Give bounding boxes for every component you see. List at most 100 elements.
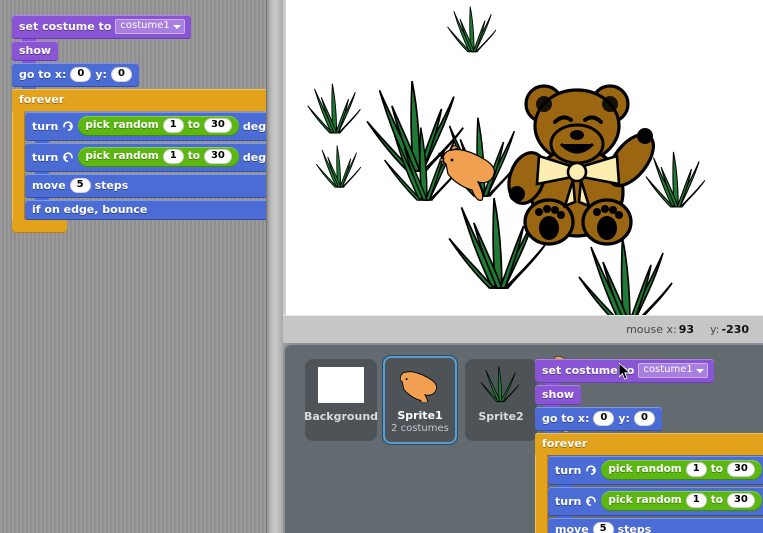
sprite-tile-background[interactable]: Background	[303, 359, 379, 441]
random-max-input[interactable]: 30	[203, 118, 232, 133]
turn-clockwise-icon	[585, 464, 597, 476]
block-if-on-edge-bounce[interactable]: if on edge, bounce	[25, 200, 266, 220]
reporter-label: pick random	[85, 150, 159, 163]
mouse-x-group: mouse x: 93	[626, 323, 694, 336]
block-go-to-xy[interactable]: go to x: 0 y: 0	[535, 407, 662, 435]
block-label: turn	[555, 494, 582, 508]
mouse-cursor-icon	[618, 362, 631, 381]
sprite-tile-sprite1[interactable]: Sprite1 2 costumes	[383, 356, 457, 444]
steps-input[interactable]: 5	[69, 178, 91, 193]
stage-canvas	[307, 6, 706, 315]
random-min-input[interactable]: 1	[162, 149, 184, 164]
steps-input[interactable]: 5	[592, 522, 614, 533]
block-label: set costume to	[19, 20, 112, 33]
forever-label: forever	[12, 89, 266, 111]
random-max-input[interactable]: 30	[203, 149, 232, 164]
sprite2-thumbnail	[474, 364, 528, 406]
script-stack[interactable]: set costume to costume1 show go to x: 0 …	[12, 15, 266, 233]
block-label-x: go to x:	[19, 68, 67, 81]
costume-dropdown-value: costume1	[643, 364, 693, 375]
block-label-y: y:	[618, 412, 630, 425]
sprite-name-label: Background	[303, 410, 379, 423]
random-max-input[interactable]: 30	[726, 493, 755, 508]
sprite-costumes-count: 2 costumes	[391, 423, 449, 434]
grass-cluster-1	[315, 145, 362, 188]
mouse-y-label: y:	[710, 323, 720, 336]
costume-dropdown[interactable]: costume1	[638, 363, 708, 378]
sprite-name-label: Sprite1	[397, 409, 443, 422]
mouse-coordinates-bar: mouse x: 93 y: -230	[283, 315, 763, 343]
block-label: show	[542, 388, 575, 401]
block-turn-clockwise[interactable]: turn pick random 1 to 30	[548, 456, 763, 489]
block-move-steps[interactable]: move 5 steps	[25, 174, 266, 202]
forever-arm	[535, 455, 548, 533]
teddy-bear-sprite	[507, 84, 655, 246]
costume-dropdown[interactable]: costume1	[115, 19, 185, 34]
forever-foot	[12, 220, 67, 233]
block-turn-counterclockwise[interactable]: turn pick random 1 to 30 deg	[25, 143, 266, 176]
mouse-x-label: mouse x:	[626, 323, 677, 336]
block-label: if on edge, bounce	[32, 203, 148, 216]
block-turn-clockwise[interactable]: turn pick random 1 to 30 deg	[25, 112, 266, 145]
sprite-name-label: Sprite2	[478, 410, 524, 423]
reporter-pick-random[interactable]: pick random 1 to 30	[78, 147, 239, 167]
block-suffix: degrees	[242, 150, 266, 164]
block-show[interactable]: show	[535, 385, 582, 409]
block-label-steps: steps	[617, 523, 652, 533]
costume-dropdown-value: costume1	[120, 20, 170, 31]
y-input[interactable]: 0	[633, 411, 655, 426]
y-input[interactable]: 0	[110, 67, 132, 82]
block-label-x: go to x:	[542, 412, 590, 425]
chevron-down-icon	[172, 24, 181, 29]
block-set-costume-to[interactable]: set costume to costume1	[12, 15, 191, 43]
grass-cluster-8	[645, 151, 706, 208]
background-thumbnail	[314, 364, 368, 406]
grass-cluster-2	[447, 6, 497, 53]
reporter-to-label: to	[710, 494, 723, 507]
chevron-down-icon	[695, 368, 704, 373]
reporter-pick-random[interactable]: pick random 1 to 30	[601, 491, 762, 511]
script-editor-pane[interactable]: set costume to costume1 show go to x: 0 …	[0, 0, 266, 533]
reporter-pick-random[interactable]: pick random 1 to 30	[601, 460, 762, 480]
random-min-input[interactable]: 1	[162, 118, 184, 133]
block-label: show	[19, 44, 52, 57]
x-input[interactable]: 0	[70, 67, 92, 82]
reporter-pick-random[interactable]: pick random 1 to 30	[78, 116, 239, 136]
dragged-stack-body[interactable]: set costume to costume1 show go to x: 0 …	[535, 359, 763, 533]
mouse-x-value: 93	[678, 323, 695, 336]
forever-arm	[12, 111, 25, 220]
random-max-input[interactable]: 30	[726, 462, 755, 477]
block-label-steps: steps	[94, 179, 129, 192]
mouse-y-value: -230	[721, 323, 749, 336]
sprite-list-panel[interactable]: Background Sprite1 2 costumes Sprite2 se…	[283, 343, 763, 533]
turn-clockwise-icon	[62, 120, 74, 132]
x-input[interactable]: 0	[593, 411, 615, 426]
block-label-y: y:	[95, 68, 107, 81]
reporter-label: pick random	[85, 119, 159, 132]
forever-body[interactable]: turn pick random 1 to 30 turn pick rando…	[548, 455, 763, 533]
block-move-steps[interactable]: move 5 steps	[548, 518, 763, 533]
forever-label: forever	[535, 433, 763, 455]
reporter-to-label: to	[710, 463, 723, 476]
block-forever[interactable]: forever turn pick random 1 to 30 deg tur…	[12, 89, 266, 233]
block-label: turn	[555, 463, 582, 477]
grass-cluster-9	[578, 237, 673, 315]
stage-area[interactable]	[285, 0, 763, 315]
reporter-to-label: to	[187, 119, 200, 132]
block-label: turn	[32, 150, 59, 164]
block-go-to-xy[interactable]: go to x: 0 y: 0	[12, 63, 139, 91]
block-suffix: degrees	[242, 119, 266, 133]
forever-body[interactable]: turn pick random 1 to 30 deg turn pick r…	[25, 111, 266, 220]
turn-counterclockwise-icon	[62, 151, 74, 163]
block-turn-counterclockwise[interactable]: turn pick random 1 to 30	[548, 487, 763, 520]
reporter-label: pick random	[608, 494, 682, 507]
dragged-script-stack[interactable]: set costume to costume1 show go to x: 0 …	[535, 356, 763, 533]
random-min-input[interactable]: 1	[685, 462, 707, 477]
turn-counterclockwise-icon	[585, 495, 597, 507]
block-label-move: move	[555, 523, 589, 533]
block-forever[interactable]: forever turn pick random 1 to 30 turn pi…	[535, 433, 763, 533]
script-pane-scrollbar[interactable]	[266, 0, 283, 533]
block-show[interactable]: show	[12, 41, 59, 65]
sprite1-thumbnail	[393, 363, 447, 405]
random-min-input[interactable]: 1	[685, 493, 707, 508]
